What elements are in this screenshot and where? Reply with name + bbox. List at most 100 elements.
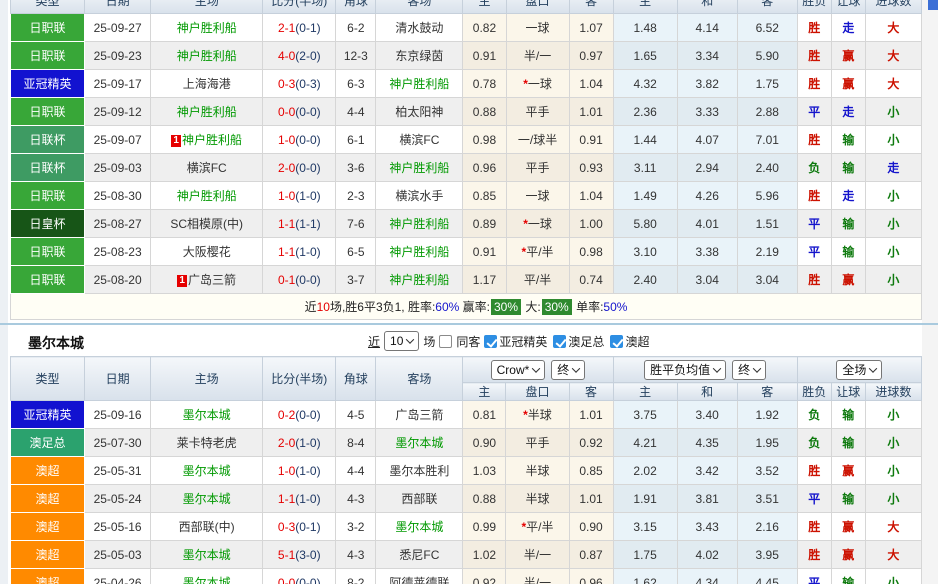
team-name[interactable]: SC相模原(中)	[170, 217, 243, 231]
team-name[interactable]: 清水鼓动	[395, 21, 443, 35]
league-filter-checkbox[interactable]	[484, 335, 497, 348]
team-name[interactable]: 墨尔本城	[395, 436, 443, 450]
league-cell[interactable]: 澳超	[11, 513, 85, 541]
bookmaker-select[interactable]: Crow*	[491, 360, 546, 380]
league-filter-checkbox[interactable]	[553, 335, 566, 348]
near-count-select[interactable]: 10	[384, 331, 419, 351]
home-team-cell: 1神户胜利船	[151, 126, 263, 154]
league-cell[interactable]: 澳超	[11, 569, 85, 584]
league-cell[interactable]: 日职联	[11, 238, 85, 266]
halftime-score: (0-0)	[295, 576, 320, 584]
euro-time-select[interactable]: 终	[732, 360, 766, 380]
handicap-result-cell: 赢	[831, 42, 865, 70]
score-cell: 0-1(0-0)	[263, 266, 336, 294]
team-name[interactable]: 神户胜利船	[389, 77, 449, 91]
team-name[interactable]: 墨尔本胜利	[389, 464, 449, 478]
date-cell: 25-08-23	[85, 238, 151, 266]
league-cell[interactable]: 日职联	[11, 266, 85, 294]
team-name[interactable]: 神户胜利船	[389, 245, 449, 259]
euro-odds-cell: 7.01	[737, 126, 797, 154]
team-name[interactable]: 横滨FC	[187, 161, 227, 175]
league-cell[interactable]: 澳超	[11, 541, 85, 569]
col-header: 类型	[11, 357, 85, 401]
league-cell[interactable]: 亚冠精英	[11, 70, 85, 98]
team-name[interactable]: 大阪樱花	[183, 245, 231, 259]
halftime-score: (1-0)	[295, 464, 320, 478]
league-cell[interactable]: 亚冠精英	[11, 401, 85, 429]
same-away-checkbox[interactable]	[439, 335, 452, 348]
result-text: 小	[887, 189, 899, 203]
result-text: 赢	[842, 273, 854, 287]
team-name[interactable]: 墨尔本城	[183, 464, 231, 478]
handicap-odds-cell: 0.88	[463, 98, 506, 126]
team-name[interactable]: 墨尔本城	[183, 492, 231, 506]
goals-result-cell: 小	[865, 238, 921, 266]
team-name[interactable]: 神户胜利船	[177, 189, 237, 203]
team-name[interactable]: 阿德莱德联	[389, 576, 449, 584]
near-link[interactable]: 近	[368, 333, 380, 350]
home-team-cell: 墨尔本城	[151, 569, 263, 584]
team-name[interactable]: 神户胜利船	[177, 105, 237, 119]
wdl-result-cell: 胜	[797, 126, 831, 154]
league-cell[interactable]: 日皇杯	[11, 210, 85, 238]
handicap-result-cell: 赢	[831, 70, 865, 98]
halftime-score: (0-0)	[295, 105, 320, 119]
league-cell[interactable]: 澳超	[11, 485, 85, 513]
avg-odds-select[interactable]: 胜平负均值	[644, 360, 726, 380]
handicap-odds-cell: 0.93	[569, 154, 613, 182]
team-name[interactable]: 莱卡特老虎	[177, 436, 237, 450]
team-name[interactable]: 东京绿茵	[395, 49, 443, 63]
team-name[interactable]: 神户胜利船	[389, 161, 449, 175]
score-cell: 1-1(1-0)	[263, 485, 336, 513]
corner-cell: 6-1	[336, 126, 376, 154]
team-name[interactable]: 神户胜利船	[177, 49, 237, 63]
euro-odds-cell: 4.01	[677, 210, 737, 238]
league-cell[interactable]: 日职联	[11, 98, 85, 126]
fulltime-score: 2-0	[278, 436, 295, 450]
team-name[interactable]: 神户胜利船	[177, 21, 237, 35]
summary-segment: 赢率:	[459, 300, 490, 314]
league-cell[interactable]: 日联杯	[11, 154, 85, 182]
league-cell[interactable]: 日职联	[11, 42, 85, 70]
handicap-odds-cell: 1.04	[569, 182, 613, 210]
team-name[interactable]: 广岛三箭	[395, 408, 443, 422]
team-name[interactable]: 悉尼FC	[399, 548, 439, 562]
team-name[interactable]: 神户胜利船	[389, 217, 449, 231]
league-cell[interactable]: 日联杯	[11, 126, 85, 154]
chevron-down-icon	[869, 364, 877, 372]
team-name[interactable]: 西部联(中)	[179, 520, 235, 534]
handicap-odds-cell: 1.07	[569, 14, 613, 42]
team-name[interactable]: 横滨FC	[399, 133, 439, 147]
team-name[interactable]: 广岛三箭	[188, 273, 236, 287]
wdl-result-cell: 平	[797, 569, 831, 584]
team-name[interactable]: 墨尔本城	[183, 548, 231, 562]
team-name[interactable]: 墨尔本城	[395, 520, 443, 534]
team-name[interactable]: 柏太阳神	[395, 105, 443, 119]
league-filter-checkbox[interactable]	[610, 335, 623, 348]
handicap-odds-cell: 0.98	[569, 238, 613, 266]
wdl-result-cell: 负	[797, 154, 831, 182]
scope-select[interactable]: 全场	[836, 360, 882, 380]
team-name[interactable]: 神户胜利船	[389, 273, 449, 287]
league-cell[interactable]: 澳超	[11, 457, 85, 485]
league-cell[interactable]: 日职联	[11, 182, 85, 210]
euro-odds-cell: 3.95	[737, 541, 797, 569]
corner-cell: 4-5	[336, 401, 376, 429]
result-text: 平	[808, 105, 820, 119]
goals-result-cell: 大	[865, 14, 921, 42]
team-name[interactable]: 墨尔本城	[183, 408, 231, 422]
league-cell[interactable]: 澳足总	[11, 429, 85, 457]
table-row: 日联杯25-09-03横滨FC2-0(0-0)3-6神户胜利船0.96平手0.9…	[11, 154, 922, 182]
team-name[interactable]: 横滨水手	[395, 189, 443, 203]
league-cell[interactable]: 日职联	[11, 14, 85, 42]
halftime-score: (2-0)	[295, 49, 320, 63]
team-name[interactable]: 上海海港	[183, 77, 231, 91]
odds-time-select[interactable]: 终	[551, 360, 585, 380]
euro-odds-cell: 3.42	[677, 457, 737, 485]
home-team-cell: 神户胜利船	[151, 14, 263, 42]
team-name[interactable]: 神户胜利船	[182, 133, 242, 147]
team-name[interactable]: 西部联	[401, 492, 437, 506]
result-text: 小	[887, 245, 899, 259]
team-name[interactable]: 墨尔本城	[183, 576, 231, 584]
divider-line	[0, 323, 938, 325]
